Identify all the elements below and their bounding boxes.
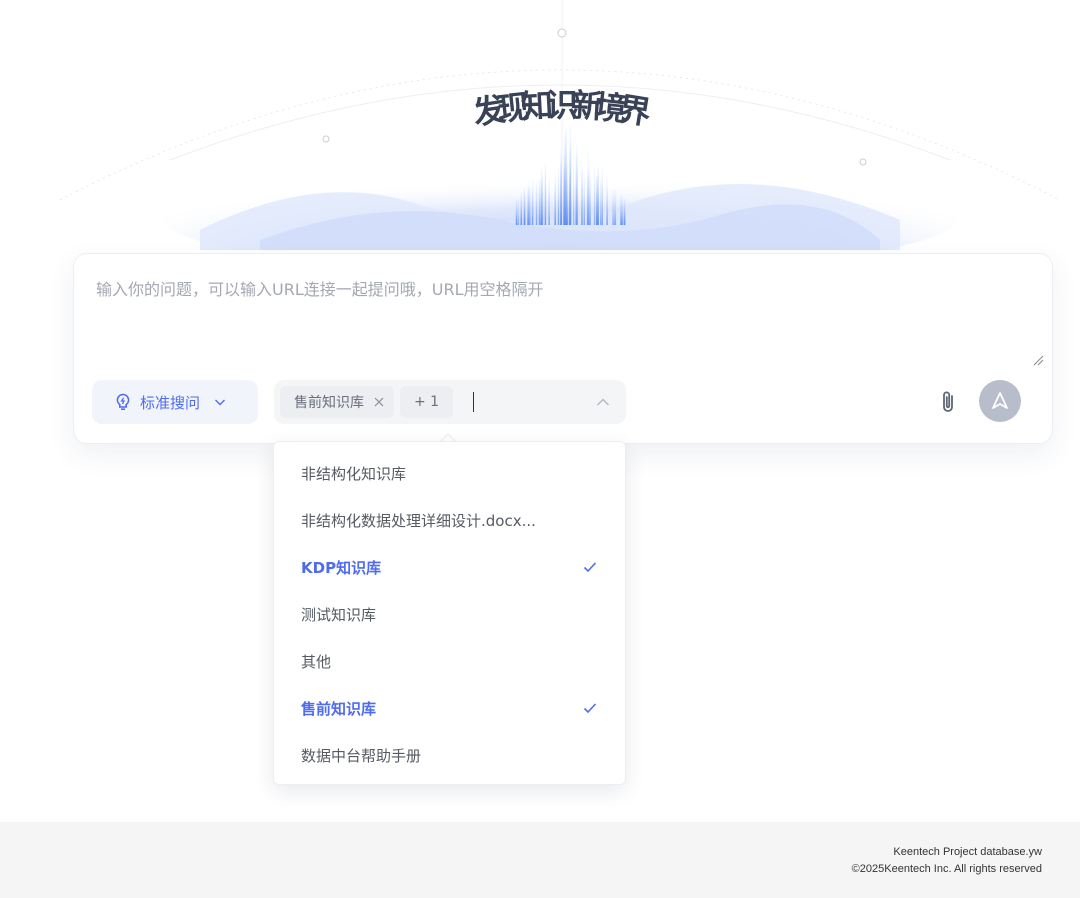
- resize-handle-icon[interactable]: [1032, 354, 1044, 366]
- selected-kb-tag-label: 售前知识库: [294, 395, 364, 411]
- light-bar: [612, 187, 614, 225]
- page: 发现知识新境界 标准搜问 售前知识库 +: [0, 0, 1080, 898]
- kb-option-selected[interactable]: KDP知识库: [274, 544, 625, 591]
- footer-copyright: ©2025Keentech Inc. All rights reserved: [851, 863, 1042, 875]
- kb-option[interactable]: 非结构化数据处理详细设计.docx...: [274, 497, 625, 544]
- light-bar: [620, 195, 622, 225]
- chevron-down-icon: [215, 399, 226, 406]
- send-button[interactable]: [979, 380, 1021, 422]
- hero-banner: 发现知识新境界: [0, 0, 1080, 250]
- kb-option[interactable]: 测试知识库: [274, 591, 625, 638]
- text-cursor: [473, 392, 475, 412]
- light-bar: [532, 179, 534, 225]
- light-bar: [540, 178, 542, 225]
- kb-option[interactable]: 数据中台帮助手册: [274, 732, 625, 779]
- light-bar: [589, 174, 591, 225]
- light-bar: [568, 165, 571, 225]
- question-input[interactable]: [96, 276, 1016, 366]
- check-icon: [583, 703, 597, 714]
- light-bar: [554, 174, 556, 225]
- more-selected-count: + 1: [400, 386, 454, 418]
- kb-option[interactable]: 非结构化知识库: [274, 450, 625, 497]
- light-bar: [517, 197, 520, 225]
- light-bar: [527, 188, 529, 225]
- light-bar: [624, 198, 626, 225]
- check-icon: [583, 562, 597, 573]
- light-bar: [569, 124, 572, 225]
- light-bar: [597, 165, 599, 225]
- close-icon[interactable]: [374, 397, 384, 407]
- light-bar: [520, 194, 523, 225]
- footer-project: Keentech Project database.yw: [893, 846, 1042, 858]
- kb-option[interactable]: 其他: [274, 638, 625, 685]
- light-bar: [581, 159, 583, 225]
- light-bar: [560, 153, 563, 225]
- light-bar: [528, 181, 530, 225]
- knowledge-base-dropdown: 非结构化知识库 非结构化数据处理详细设计.docx... KDP知识库 测试知识…: [273, 441, 626, 785]
- light-bar: [538, 178, 541, 225]
- light-bar: [600, 177, 602, 225]
- light-bar: [544, 162, 547, 225]
- light-bar: [576, 143, 578, 225]
- light-bar: [563, 134, 566, 225]
- light-bar: [535, 180, 538, 225]
- bulb-icon: [116, 393, 130, 410]
- light-bar: [583, 172, 585, 225]
- knowledge-base-select[interactable]: 售前知识库 + 1: [274, 380, 626, 424]
- light-bar: [606, 175, 608, 225]
- light-bar: [587, 149, 589, 225]
- light-bar: [614, 189, 617, 225]
- light-bar: [565, 128, 567, 225]
- light-bar: [524, 194, 526, 225]
- light-bar: [566, 164, 568, 225]
- search-mode-label: 标准搜问: [140, 393, 201, 412]
- light-bar: [557, 168, 560, 225]
- light-bar: [573, 155, 575, 225]
- light-bar: [601, 167, 603, 225]
- light-bar: [596, 174, 598, 225]
- footer: Keentech Project database.yw ©2025Keente…: [0, 822, 1080, 898]
- query-card: 标准搜问 售前知识库 + 1: [73, 253, 1053, 444]
- light-bar: [515, 198, 518, 225]
- search-mode-select[interactable]: 标准搜问: [92, 380, 258, 424]
- kb-option-selected[interactable]: 售前知识库: [274, 685, 625, 732]
- selected-kb-tag: 售前知识库: [280, 386, 394, 418]
- light-bar: [593, 164, 596, 225]
- light-bar: [530, 189, 532, 225]
- paperclip-icon[interactable]: [934, 388, 962, 416]
- send-icon: [992, 392, 1008, 409]
- chevron-up-icon[interactable]: [596, 396, 610, 408]
- light-bar: [548, 179, 550, 225]
